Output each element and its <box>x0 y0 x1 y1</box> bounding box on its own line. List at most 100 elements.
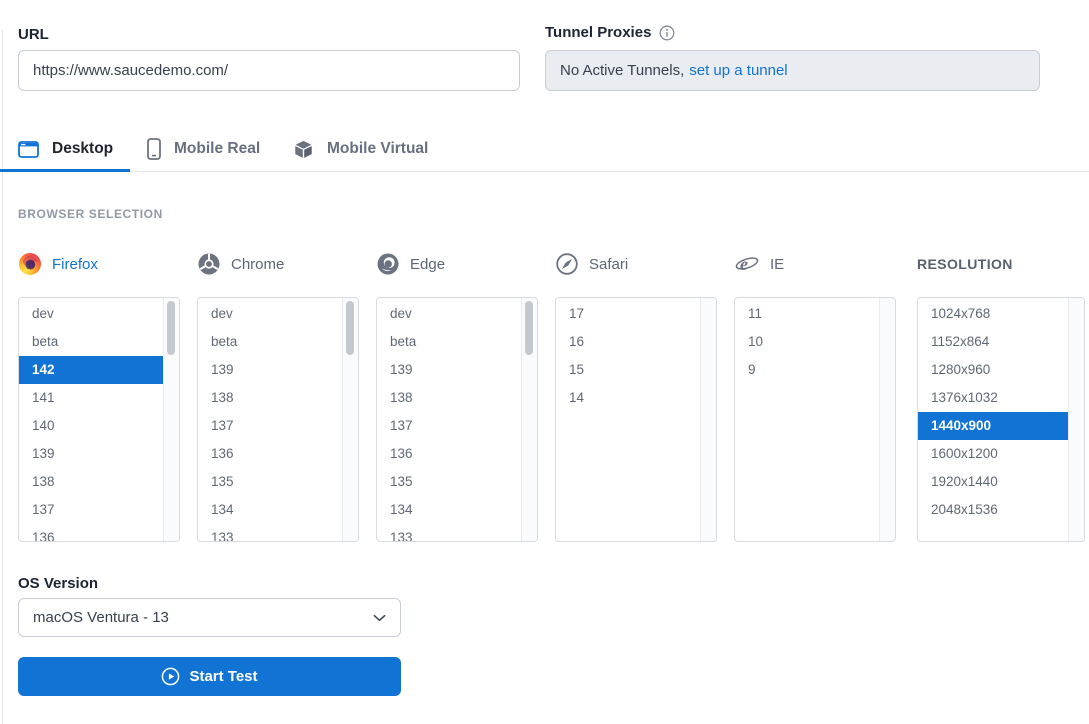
tab-desktop[interactable]: Desktop <box>18 136 113 162</box>
version-option[interactable]: 137 <box>377 412 521 440</box>
chevron-down-icon <box>373 614 386 622</box>
version-option[interactable]: 136 <box>198 440 342 468</box>
tab-mobile-real-label: Mobile Real <box>174 140 260 158</box>
resolution-option[interactable]: 1152x864 <box>918 328 1068 356</box>
resolution-heading: RESOLUTION <box>917 250 1013 278</box>
version-listbox: 11109 <box>734 297 896 542</box>
version-listbox: devbeta139138137136135134133 <box>376 297 538 542</box>
tab-mobile-real[interactable]: Mobile Real <box>147 136 260 162</box>
os-version-select[interactable]: macOS Ventura - 13 <box>18 598 401 637</box>
listbox-content: 1024x7681152x8641280x9601376x10321440x90… <box>918 298 1068 541</box>
browser-name: Safari <box>589 256 628 273</box>
version-listbox: devbeta142141140139138137136 <box>18 297 180 542</box>
resolution-option[interactable]: 1920x1440 <box>918 468 1068 496</box>
firefox-icon <box>18 252 42 276</box>
chrome-icon <box>197 252 221 276</box>
tab-mobile-virtual-label: Mobile Virtual <box>327 140 428 158</box>
scrollbar-track[interactable] <box>1068 298 1084 541</box>
panel-left-border <box>2 30 3 724</box>
version-option[interactable]: 137 <box>19 496 163 524</box>
scrollbar-track[interactable] <box>342 298 358 541</box>
tab-desktop-label: Desktop <box>52 140 113 158</box>
browser-header-safari[interactable]: Safari <box>555 250 628 278</box>
scrollbar-thumb[interactable] <box>167 301 175 355</box>
version-option[interactable]: dev <box>377 300 521 328</box>
version-option[interactable]: 136 <box>377 440 521 468</box>
start-test-button[interactable]: Start Test <box>18 657 401 696</box>
version-option[interactable]: 139 <box>198 356 342 384</box>
version-option[interactable]: 11 <box>735 300 879 328</box>
listbox-content: devbeta139138137136135134133 <box>377 298 521 541</box>
svg-text:e: e <box>740 254 748 274</box>
browser-header-edge[interactable]: Edge <box>376 250 445 278</box>
info-icon[interactable] <box>659 25 675 41</box>
version-option[interactable]: beta <box>377 328 521 356</box>
scrollbar-track[interactable] <box>700 298 716 541</box>
version-option[interactable]: 10 <box>735 328 879 356</box>
mobile-phone-icon <box>147 138 161 160</box>
cross-browser-test-page: URL Tunnel Proxies No Active Tunnels, se… <box>0 0 1089 724</box>
version-option[interactable]: 138 <box>19 468 163 496</box>
listbox-content: devbeta142141140139138137136 <box>19 298 163 541</box>
version-listbox: devbeta139138137136135134133 <box>197 297 359 542</box>
os-version-label: OS Version <box>18 575 98 592</box>
resolution-option[interactable]: 1600x1200 <box>918 440 1068 468</box>
resolution-option-selected[interactable]: 1440x900 <box>918 412 1068 440</box>
tab-mobile-virtual[interactable]: Mobile Virtual <box>293 136 428 162</box>
version-option[interactable]: 137 <box>198 412 342 440</box>
setup-tunnel-link[interactable]: set up a tunnel <box>689 62 787 79</box>
version-option[interactable]: 139 <box>377 356 521 384</box>
scrollbar-thumb[interactable] <box>525 301 533 355</box>
url-input[interactable] <box>18 50 520 91</box>
browser-header-chrome[interactable]: Chrome <box>197 250 284 278</box>
version-option[interactable]: 136 <box>19 524 163 542</box>
version-option[interactable]: 138 <box>198 384 342 412</box>
listbox-content: 11109 <box>735 298 879 541</box>
browser-name: IE <box>770 256 784 273</box>
version-option[interactable]: 134 <box>377 496 521 524</box>
version-option[interactable]: dev <box>198 300 342 328</box>
tunnel-proxies-label: Tunnel Proxies <box>545 24 651 41</box>
tunnel-status-text: No Active Tunnels, <box>560 62 684 79</box>
version-option[interactable]: beta <box>19 328 163 356</box>
browser-header-firefox[interactable]: Firefox <box>18 250 98 278</box>
version-option[interactable]: 9 <box>735 356 879 384</box>
version-option[interactable]: 138 <box>377 384 521 412</box>
safari-icon <box>555 252 579 276</box>
start-test-label: Start Test <box>189 668 257 685</box>
browser-header-ie[interactable]: e IE <box>734 250 784 278</box>
version-option[interactable]: 16 <box>556 328 700 356</box>
resolution-option[interactable]: 1376x1032 <box>918 384 1068 412</box>
version-option[interactable]: 133 <box>198 524 342 542</box>
version-option[interactable]: 17 <box>556 300 700 328</box>
version-option[interactable]: 140 <box>19 412 163 440</box>
desktop-icon <box>18 141 39 158</box>
cube-icon <box>293 139 314 160</box>
version-option[interactable]: 14 <box>556 384 700 412</box>
version-option[interactable]: 133 <box>377 524 521 542</box>
listbox-content: devbeta139138137136135134133 <box>198 298 342 541</box>
version-option[interactable]: 141 <box>19 384 163 412</box>
scrollbar-track[interactable] <box>521 298 537 541</box>
version-option-selected[interactable]: 142 <box>19 356 163 384</box>
browser-name: Firefox <box>52 256 98 273</box>
scrollbar-track[interactable] <box>879 298 895 541</box>
resolution-option[interactable]: 2048x1536 <box>918 496 1068 524</box>
listbox-content: 17161514 <box>556 298 700 541</box>
version-option[interactable]: beta <box>198 328 342 356</box>
resolution-option[interactable]: 1280x960 <box>918 356 1068 384</box>
url-label: URL <box>18 26 49 43</box>
os-version-value: macOS Ventura - 13 <box>33 609 169 626</box>
version-option[interactable]: dev <box>19 300 163 328</box>
ie-icon: e <box>734 252 760 276</box>
browser-name: Chrome <box>231 256 284 273</box>
scrollbar-thumb[interactable] <box>346 301 354 355</box>
version-option[interactable]: 139 <box>19 440 163 468</box>
version-option[interactable]: 135 <box>377 468 521 496</box>
resolution-option[interactable]: 1024x768 <box>918 300 1068 328</box>
version-option[interactable]: 135 <box>198 468 342 496</box>
version-option[interactable]: 134 <box>198 496 342 524</box>
version-option[interactable]: 15 <box>556 356 700 384</box>
scrollbar-track[interactable] <box>163 298 179 541</box>
browser-name: Edge <box>410 256 445 273</box>
